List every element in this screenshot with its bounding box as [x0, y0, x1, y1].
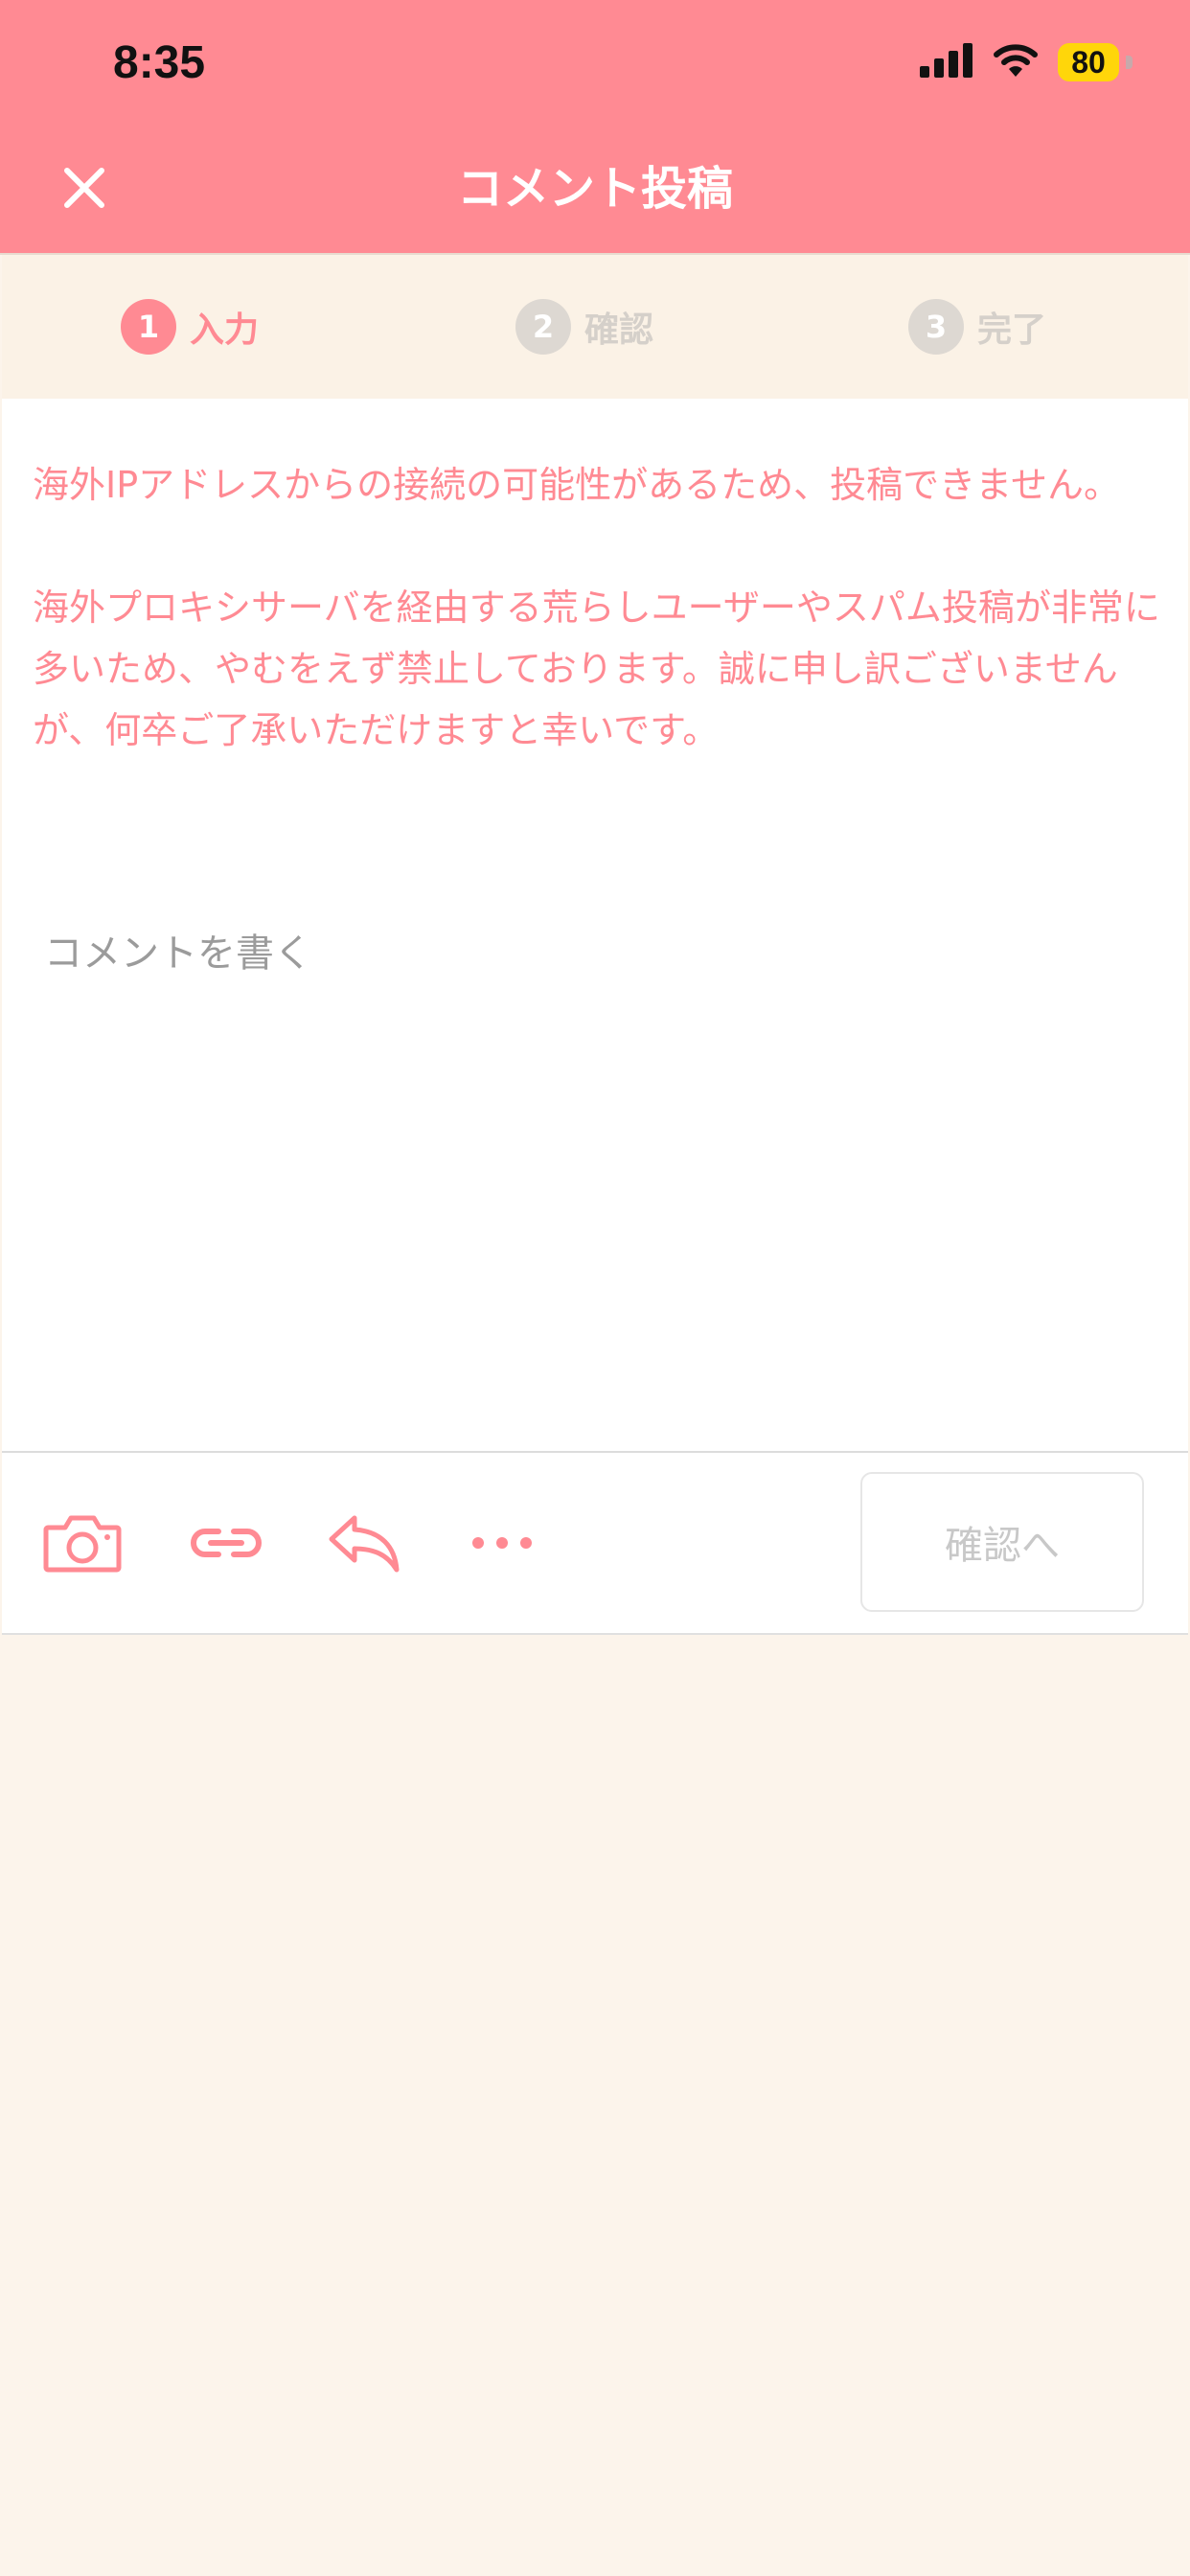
- close-button[interactable]: [54, 157, 115, 218]
- comment-toolbar: 確認へ: [2, 1451, 1188, 1635]
- camera-icon: [43, 1515, 122, 1573]
- wifi-icon: [993, 42, 1039, 82]
- more-button[interactable]: [458, 1499, 546, 1587]
- confirm-button[interactable]: 確認へ: [860, 1472, 1144, 1612]
- notice-paragraph: 海外プロキシサーバを経由する荒らしユーザーやスパム投稿が非常に多いため、やむをえ…: [33, 586, 1160, 751]
- cellular-signal-icon: [920, 43, 973, 81]
- comment-form: 海外IPアドレスからの接続の可能性があるため、投稿できません。 海外プロキシサー…: [2, 399, 1188, 1451]
- step-complete: 3 完了: [908, 299, 1046, 355]
- error-notice: 海外IPアドレスからの接続の可能性があるため、投稿できません。 海外プロキシサー…: [33, 454, 1163, 761]
- reply-button[interactable]: [320, 1499, 408, 1587]
- step-number: 2: [515, 299, 571, 355]
- step-input: 1 入力: [121, 299, 259, 355]
- page-title: コメント投稿: [456, 162, 733, 216]
- step-confirm: 2 確認: [515, 299, 653, 355]
- status-bar: 8:35 80: [0, 0, 1190, 125]
- step-label: 完了: [977, 310, 1047, 350]
- link-icon: [191, 1529, 262, 1557]
- link-button[interactable]: [182, 1499, 270, 1587]
- reply-icon: [329, 1515, 400, 1573]
- step-label: 入力: [190, 310, 260, 350]
- step-number: 3: [908, 299, 964, 355]
- battery-nub: [1126, 56, 1133, 69]
- nav-bar: コメント投稿: [0, 125, 1190, 255]
- close-icon: [64, 168, 104, 208]
- comment-input[interactable]: [44, 922, 1146, 1401]
- status-time: 8:35: [113, 37, 206, 88]
- notice-paragraph: 海外IPアドレスからの接続の可能性があるため、投稿できません。: [33, 464, 1120, 506]
- status-icons: 80: [920, 42, 1133, 82]
- battery-icon: 80: [1058, 43, 1133, 81]
- step-number: 1: [121, 299, 176, 355]
- camera-button[interactable]: [38, 1499, 126, 1587]
- step-indicator: 1 入力 2 確認 3 完了: [2, 255, 1188, 399]
- more-icon: [472, 1537, 532, 1549]
- step-label: 確認: [584, 310, 654, 350]
- battery-level: 80: [1058, 43, 1119, 81]
